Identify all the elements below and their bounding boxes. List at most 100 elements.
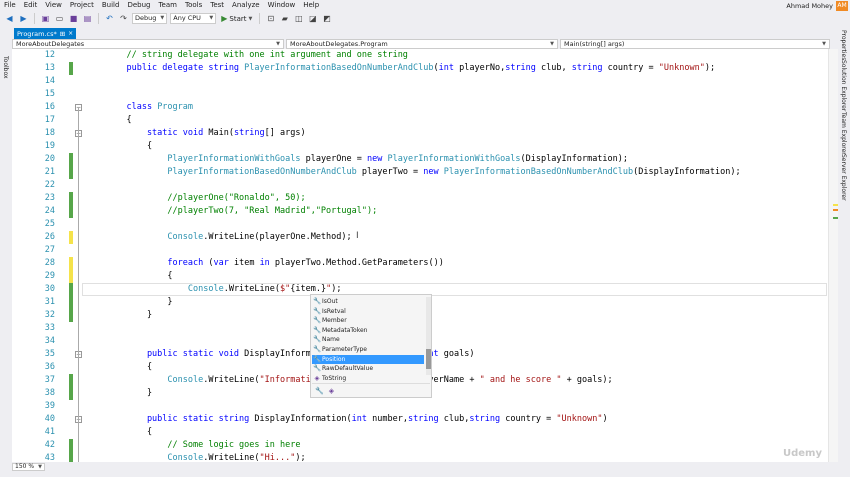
properties-tab[interactable]: Properties [840,30,847,60]
code-line[interactable]: 24 //playerTwo(7, "Real Madrid","Portuga… [12,205,838,218]
bookmark-prev-icon[interactable]: ◫ [293,13,304,24]
fold-bracket [78,133,79,257]
open-icon[interactable]: ▭ [54,13,65,24]
completion-item[interactable]: ◈ ToString [312,374,424,384]
completion-item[interactable]: 🔧 Position [312,354,424,365]
completion-label: MetadataToken [322,326,368,334]
completion-item[interactable]: 🔧 Name [312,335,424,345]
code-line[interactable]: 21 PlayerInformationBasedOnNumberAndClub… [12,166,838,179]
completion-item[interactable]: 🔧 IsOut [312,297,424,307]
completion-scroll-thumb[interactable] [426,349,431,369]
toolbar-separator [98,13,99,24]
menu-project[interactable]: Project [66,0,98,11]
menu-edit[interactable]: Edit [20,0,42,11]
member-dropdown[interactable]: Main(string[] args) ▼ [560,39,830,49]
start-button[interactable]: ▶ Start ▼ [219,14,254,23]
menu-file[interactable]: File [0,0,20,11]
chevron-down-icon: ▼ [160,15,165,21]
code-line[interactable]: 15 [12,88,838,101]
menu-view[interactable]: View [41,0,66,11]
code-line[interactable]: 27 [12,244,838,257]
platform-dropdown[interactable]: Any CPU ▼ [170,13,217,24]
line-number: 42 [44,440,55,450]
code-line[interactable]: 39 [12,400,838,413]
toolbox-tab[interactable]: Toolbox [2,56,9,79]
bookmark-clear-icon[interactable]: ◩ [321,13,332,24]
vertical-scrollbar[interactable] [828,49,838,462]
completion-item[interactable]: 🔧 MetadataToken [312,326,424,336]
menu-help[interactable]: Help [299,0,323,11]
config-dropdown[interactable]: Debug ▼ [132,13,168,24]
code-line[interactable]: 19 { [12,140,838,153]
code-text: Console.WriteLine(playerOne.Method); [106,231,351,244]
code-token: string [407,414,439,424]
code-line[interactable]: 41 { [12,426,838,439]
zoom-dropdown[interactable]: 150 % ▼ [12,462,45,471]
code-line[interactable]: 12 // string delegate with one int argum… [12,49,838,62]
back-icon[interactable]: ◀ [4,13,15,24]
class-dropdown[interactable]: MoreAboutDelegates.Program ▼ [286,39,558,49]
forward-icon[interactable]: ▶ [18,13,29,24]
method-filter-icon[interactable]: ◈ [329,387,334,395]
menu-team[interactable]: Team [154,0,181,11]
code-line[interactable]: 13 public delegate string PlayerInformat… [12,62,838,75]
code-line[interactable]: 26 Console.WriteLine(playerOne.Method); [12,231,838,244]
user-name[interactable]: Ahmad Mohey [786,2,833,10]
completion-item[interactable]: 🔧 RawDefaultValue [312,364,424,374]
intellisense-popup[interactable]: 🔧 IsOut 🔧 IsRetval 🔧 Member 🔧 MetadataToken 🔧 Nam… [310,294,432,398]
undo-icon[interactable]: ↶ [104,13,115,24]
save-all-icon[interactable]: ▤ [82,13,93,24]
tab-label: Program.cs* [17,29,57,38]
completion-item[interactable]: 🔧 IsRetval [312,307,424,317]
project-value: MoreAboutDelegates [16,40,85,48]
property-filter-icon[interactable]: 🔧 [315,387,324,395]
menu-window[interactable]: Window [264,0,300,11]
code-line[interactable]: 28 foreach (var item in playerTwo.Method… [12,257,838,270]
line-number: 18 [44,128,55,138]
menu-analyze[interactable]: Analyze [228,0,264,11]
tab-program-cs[interactable]: Program.cs* ⊞ × [14,28,77,39]
completion-scrollbar[interactable] [426,297,431,375]
completion-item[interactable]: 🔧 Member [312,316,424,326]
code-line[interactable]: 14 [12,75,838,88]
code-text: Console.WriteLine($"{item.}"); [106,283,342,296]
code-token: Console [106,232,204,242]
toolbar-extra-icon[interactable]: ⊡ [265,13,276,24]
code-line[interactable]: 40− public static string DisplayInformat… [12,413,838,426]
bookmark-icon[interactable]: ▰ [279,13,290,24]
code-token: in [259,258,270,268]
menu-tools[interactable]: Tools [181,0,206,11]
avatar[interactable]: AM [836,0,848,11]
code-editor[interactable]: 12 // string delegate with one int argum… [12,49,838,462]
bookmark-next-icon[interactable]: ◪ [307,13,318,24]
code-line[interactable]: 17 { [12,114,838,127]
save-icon[interactable]: ■ [68,13,79,24]
code-text: // string delegate with one int argument… [106,49,407,62]
project-dropdown[interactable]: MoreAboutDelegates ▼ [12,39,284,49]
code-line[interactable]: 43 Console.WriteLine("Hi..."); [12,452,838,462]
menu-debug[interactable]: Debug [123,0,154,11]
completion-item[interactable]: 🔧 ParameterType [312,345,424,355]
menu-test[interactable]: Test [206,0,228,11]
code-line[interactable]: 23 //playerOne("Ronaldo", 50); [12,192,838,205]
code-token: Console [106,284,224,294]
close-icon[interactable]: × [68,30,73,37]
code-token: country = [602,63,659,73]
solution-explorer-tab[interactable]: Solution Explorer [840,60,847,111]
redo-icon[interactable]: ↷ [118,13,129,24]
code-text: { [106,270,172,283]
code-line[interactable]: 20 PlayerInformationWithGoals playerOne … [12,153,838,166]
pin-icon[interactable]: ⊞ [60,30,65,38]
code-line[interactable]: 22 [12,179,838,192]
code-line[interactable]: 18− static void Main(string[] args) [12,127,838,140]
code-line[interactable]: 42 // Some logic goes in here [12,439,838,452]
new-project-icon[interactable]: ▣ [40,13,51,24]
code-line[interactable]: 16− class Program [12,101,838,114]
code-line[interactable]: 29 { [12,270,838,283]
code-line[interactable]: 25 [12,218,838,231]
team-explorer-tab[interactable]: Team Explorer [840,112,847,155]
method-icon: ◈ [314,373,320,382]
code-token: "Unknown" [658,63,705,73]
menu-build[interactable]: Build [98,0,124,11]
server-explorer-tab[interactable]: Server Explorer [840,154,847,201]
